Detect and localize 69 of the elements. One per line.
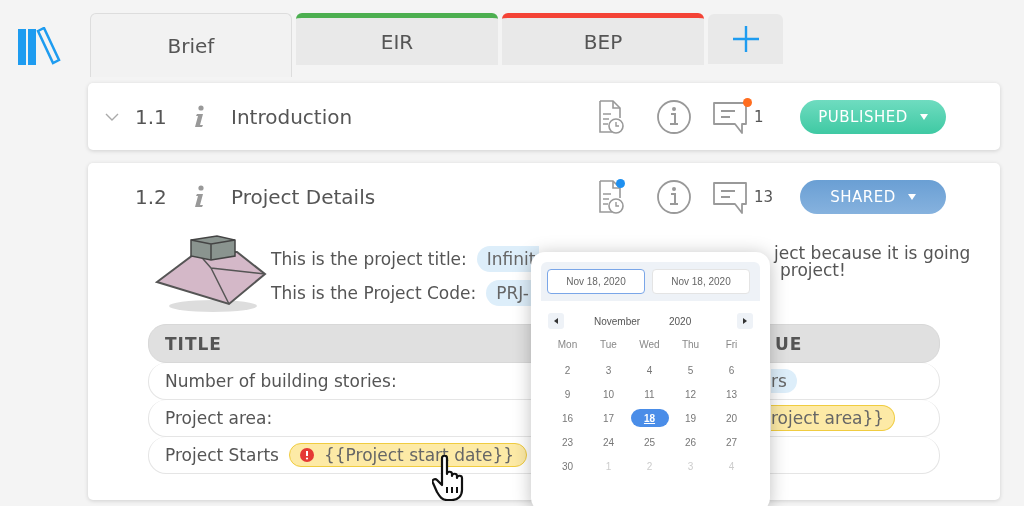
info-icon[interactable] bbox=[656, 98, 692, 135]
field-label: This is the Project Code: bbox=[271, 283, 477, 303]
weekday-label: Tue bbox=[600, 339, 617, 352]
calendar-day[interactable]: 10 bbox=[589, 385, 628, 403]
comment-count: 13 bbox=[754, 187, 775, 206]
field-label: This is the project title: bbox=[271, 249, 467, 269]
date-input[interactable]: Nov 18, 2020 bbox=[547, 269, 645, 294]
status-dropdown[interactable]: SHARED bbox=[800, 179, 946, 214]
tab[interactable]: BEP bbox=[502, 13, 704, 65]
plus-icon bbox=[731, 25, 760, 53]
add-tab-button[interactable] bbox=[708, 14, 783, 64]
calendar-day[interactable]: 18 bbox=[630, 409, 669, 427]
calendar-day[interactable]: 26 bbox=[671, 433, 710, 451]
calendar-day[interactable]: 11 bbox=[630, 385, 669, 403]
section-title[interactable]: Introduction bbox=[231, 104, 598, 129]
calendar-day[interactable]: 9 bbox=[548, 385, 587, 403]
calendar-day[interactable]: 20 bbox=[712, 409, 751, 427]
column-header: TITLE bbox=[164, 333, 223, 354]
weekday-label: Wed bbox=[639, 339, 660, 352]
document-clock-icon[interactable] bbox=[598, 99, 624, 134]
placeholder-tag: roject area}} bbox=[771, 405, 896, 431]
calendar-day[interactable]: 27 bbox=[712, 433, 751, 451]
calendar-day[interactable]: 17 bbox=[589, 409, 628, 427]
table-cell: Project Starts bbox=[165, 445, 279, 465]
calendar-day[interactable]: 24 bbox=[589, 433, 628, 451]
calendar-day[interactable]: 5 bbox=[671, 361, 710, 379]
calendar-day[interactable]: 25 bbox=[630, 433, 669, 451]
calendar-day[interactable]: 23 bbox=[548, 433, 587, 451]
description-text: ject because it is going bbox=[774, 245, 971, 262]
value-tag: rs bbox=[771, 369, 797, 393]
year-label[interactable]: 2020 bbox=[669, 315, 737, 327]
column-header: UE bbox=[775, 333, 804, 354]
tab[interactable]: EIR bbox=[296, 13, 498, 65]
info-icon[interactable] bbox=[193, 184, 205, 209]
calendar-day[interactable]: 4 bbox=[630, 361, 669, 379]
calendar-day[interactable]: 6 bbox=[712, 361, 751, 379]
books-icon[interactable] bbox=[18, 27, 64, 67]
next-month-button[interactable] bbox=[737, 313, 753, 329]
calendar-day[interactable]: 12 bbox=[671, 385, 710, 403]
calendar-day[interactable]: 16 bbox=[548, 409, 587, 427]
previous-month-button[interactable] bbox=[548, 313, 564, 329]
weekday-label: Thu bbox=[681, 339, 700, 352]
info-icon[interactable] bbox=[193, 104, 205, 129]
comment-count: 1 bbox=[754, 107, 765, 126]
month-label[interactable]: November bbox=[594, 315, 669, 327]
section-number: 1.1 bbox=[135, 104, 168, 129]
caret-icon bbox=[919, 113, 928, 120]
calendar-day[interactable]: 3 bbox=[589, 361, 628, 379]
right-arrow-icon bbox=[743, 318, 747, 324]
weekday-label: Fri bbox=[725, 339, 738, 352]
weekday-label: Mon bbox=[557, 339, 578, 352]
info-icon[interactable] bbox=[656, 178, 692, 215]
left-arrow-icon bbox=[554, 318, 558, 324]
chevron-down-icon[interactable] bbox=[104, 112, 119, 121]
value-tag: Infinit bbox=[476, 246, 540, 272]
section-title[interactable]: Project Details bbox=[231, 184, 598, 209]
value-tag: PRJ- bbox=[486, 280, 533, 306]
caret-icon bbox=[907, 193, 916, 200]
section-number: 1.2 bbox=[135, 184, 168, 209]
description-text: project! bbox=[780, 262, 846, 279]
document-clock-icon[interactable] bbox=[598, 179, 624, 214]
table-cell: Project area: bbox=[165, 408, 273, 428]
calendar-day[interactable]: 13 bbox=[712, 385, 751, 403]
calendar-day[interactable]: 19 bbox=[671, 409, 710, 427]
calendar-day[interactable]: 2 bbox=[548, 361, 587, 379]
tab[interactable]: Brief bbox=[90, 13, 292, 77]
table-cell: Number of building stories: bbox=[165, 371, 397, 391]
calendar-day[interactable]: 30 bbox=[548, 457, 587, 475]
date-input[interactable]: Nov 18, 2020 bbox=[652, 269, 750, 294]
